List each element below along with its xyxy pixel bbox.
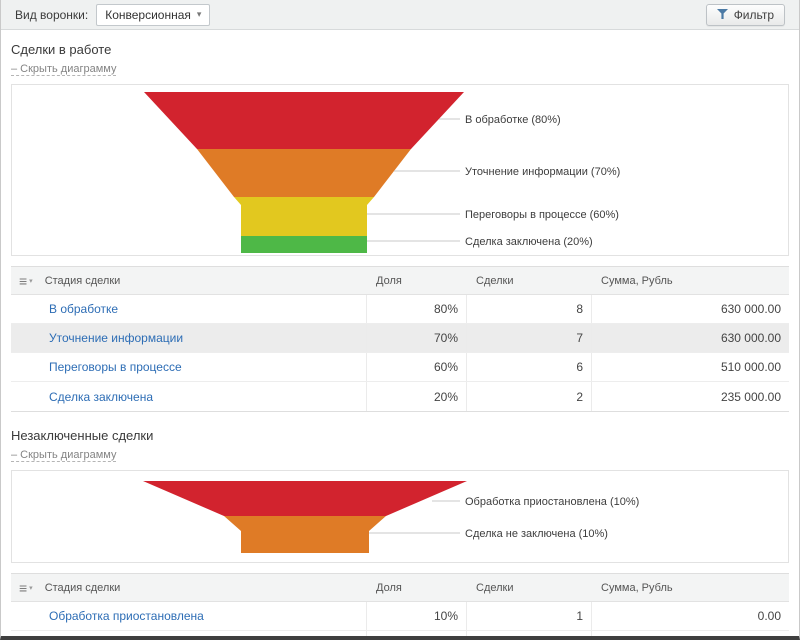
funnel-segment[interactable] xyxy=(144,92,464,149)
stage-link[interactable]: Уточнение информации xyxy=(49,331,183,345)
table-row[interactable]: Обработка приостановлена 10%10.00 xyxy=(11,602,789,631)
funnel-label: Сделка не заключена (10%) xyxy=(465,528,608,540)
stage-link[interactable]: В обработке xyxy=(49,302,118,316)
funnel-view-value: Конверсионная xyxy=(105,8,191,22)
hamburger-icon: ≡ xyxy=(19,581,27,595)
deals-count: 2 xyxy=(466,382,591,411)
amount-value: 50 000.00 xyxy=(591,631,789,640)
deals-count: 1 xyxy=(466,631,591,640)
funnel-segment[interactable] xyxy=(224,516,386,553)
table-row[interactable]: Переговоры в процессе 60%6510 000.00 xyxy=(11,353,789,382)
amount-value: 0.00 xyxy=(591,602,789,630)
share-value: 60% xyxy=(366,353,466,381)
deals-count: 7 xyxy=(466,324,591,352)
funnel-chart: В обработке (80%) Уточнение информации (7… xyxy=(12,85,790,255)
section-title-unclosed-deals: Незаключенные сделки xyxy=(11,428,789,443)
col-header-deals: Сделки xyxy=(466,275,591,287)
caret-down-icon: ▾ xyxy=(29,277,33,285)
amount-value: 630 000.00 xyxy=(591,295,789,323)
filter-button-label: Фильтр xyxy=(734,8,774,22)
col-header-deals: Сделки xyxy=(466,582,591,594)
share-value: 20% xyxy=(366,382,466,411)
table-body: В обработке80%8630 000.00Уточнение инфор… xyxy=(11,295,789,411)
content: Сделки в работе – Скрыть диаграмму В обр… xyxy=(11,42,789,640)
table-row[interactable]: Сделка не заключена10%150 000.00 xyxy=(11,631,789,640)
stage-link[interactable]: Обработка приостановлена xyxy=(49,609,204,623)
col-header-stage: Стадия сделки xyxy=(45,582,121,594)
hide-diagram-link[interactable]: – Скрыть диаграмму xyxy=(11,63,116,76)
funnel-label: Сделка заключена (20%) xyxy=(465,236,593,248)
col-header-stage: Стадия сделки xyxy=(45,275,121,287)
crm-funnel-page: Вид воронки: Конверсионная ▾ Фильтр Сдел… xyxy=(0,0,800,640)
funnel-chart-box: Обработка приостановлена (10%) Сделка не … xyxy=(11,470,789,563)
funnel-view-label: Вид воронки: xyxy=(15,8,88,22)
table-row[interactable]: Сделка заключена 20%2235 000.00 xyxy=(11,382,789,411)
funnel-segment[interactable] xyxy=(234,197,374,236)
deals-count: 6 xyxy=(466,353,591,381)
funnel-label: В обработке (80%) xyxy=(465,114,561,126)
col-header-sum: Сумма, Рубль xyxy=(591,275,789,287)
funnel-segment[interactable] xyxy=(197,149,411,197)
funnel-label: Уточнение информации (70%) xyxy=(465,166,620,178)
amount-value: 235 000.00 xyxy=(591,382,789,411)
table-row[interactable]: Уточнение информации 70%7630 000.00 xyxy=(11,324,789,353)
hamburger-icon: ≡ xyxy=(19,274,27,288)
col-header-share: Доля xyxy=(366,582,466,594)
funnel-segment[interactable] xyxy=(241,236,367,253)
deals-count: 8 xyxy=(466,295,591,323)
stage-link[interactable]: Сделка заключена xyxy=(49,390,153,404)
funnel-label: Переговоры в процессе (60%) xyxy=(465,209,619,221)
share-value: 80% xyxy=(366,295,466,323)
caret-down-icon: ▾ xyxy=(29,584,33,592)
share-value: 70% xyxy=(366,324,466,352)
col-header-share: Доля xyxy=(366,275,466,287)
table-body: Обработка приостановлена 10%10.00Сделка н… xyxy=(11,602,789,640)
funnel-chart-box: В обработке (80%) Уточнение информации (7… xyxy=(11,84,789,256)
toolbar: Вид воронки: Конверсионная ▾ Фильтр xyxy=(1,0,799,30)
share-value: 10% xyxy=(366,631,466,640)
funnel-view-dropdown[interactable]: Конверсионная ▾ xyxy=(96,4,210,26)
hide-diagram-link[interactable]: – Скрыть диаграмму xyxy=(11,449,116,462)
chevron-down-icon: ▾ xyxy=(197,9,202,20)
grid-settings-button[interactable]: ≡▾ xyxy=(19,581,33,595)
filter-funnel-icon xyxy=(717,8,728,22)
funnel-chart: Обработка приостановлена (10%) Сделка не … xyxy=(12,471,790,562)
table-header: ≡▾ Стадия сделки Доля Сделки Сумма, Рубл… xyxy=(11,574,789,602)
section-title-deals-in-progress: Сделки в работе xyxy=(11,42,789,57)
col-header-sum: Сумма, Рубль xyxy=(591,582,789,594)
share-value: 10% xyxy=(366,602,466,630)
deals-table: ≡▾ Стадия сделки Доля Сделки Сумма, Рубл… xyxy=(11,266,789,412)
stage-link[interactable]: Переговоры в процессе xyxy=(49,360,182,374)
funnel-label: Обработка приостановлена (10%) xyxy=(465,496,639,508)
grid-settings-button[interactable]: ≡▾ xyxy=(19,274,33,288)
table-header: ≡▾ Стадия сделки Доля Сделки Сумма, Рубл… xyxy=(11,267,789,295)
unclosed-deals-table: ≡▾ Стадия сделки Доля Сделки Сумма, Рубл… xyxy=(11,573,789,640)
amount-value: 630 000.00 xyxy=(591,324,789,352)
filter-button[interactable]: Фильтр xyxy=(706,4,785,26)
deals-count: 1 xyxy=(466,602,591,630)
funnel-segment[interactable] xyxy=(143,481,467,516)
table-row[interactable]: В обработке 80%8630 000.00 xyxy=(11,295,789,324)
amount-value: 510 000.00 xyxy=(591,353,789,381)
